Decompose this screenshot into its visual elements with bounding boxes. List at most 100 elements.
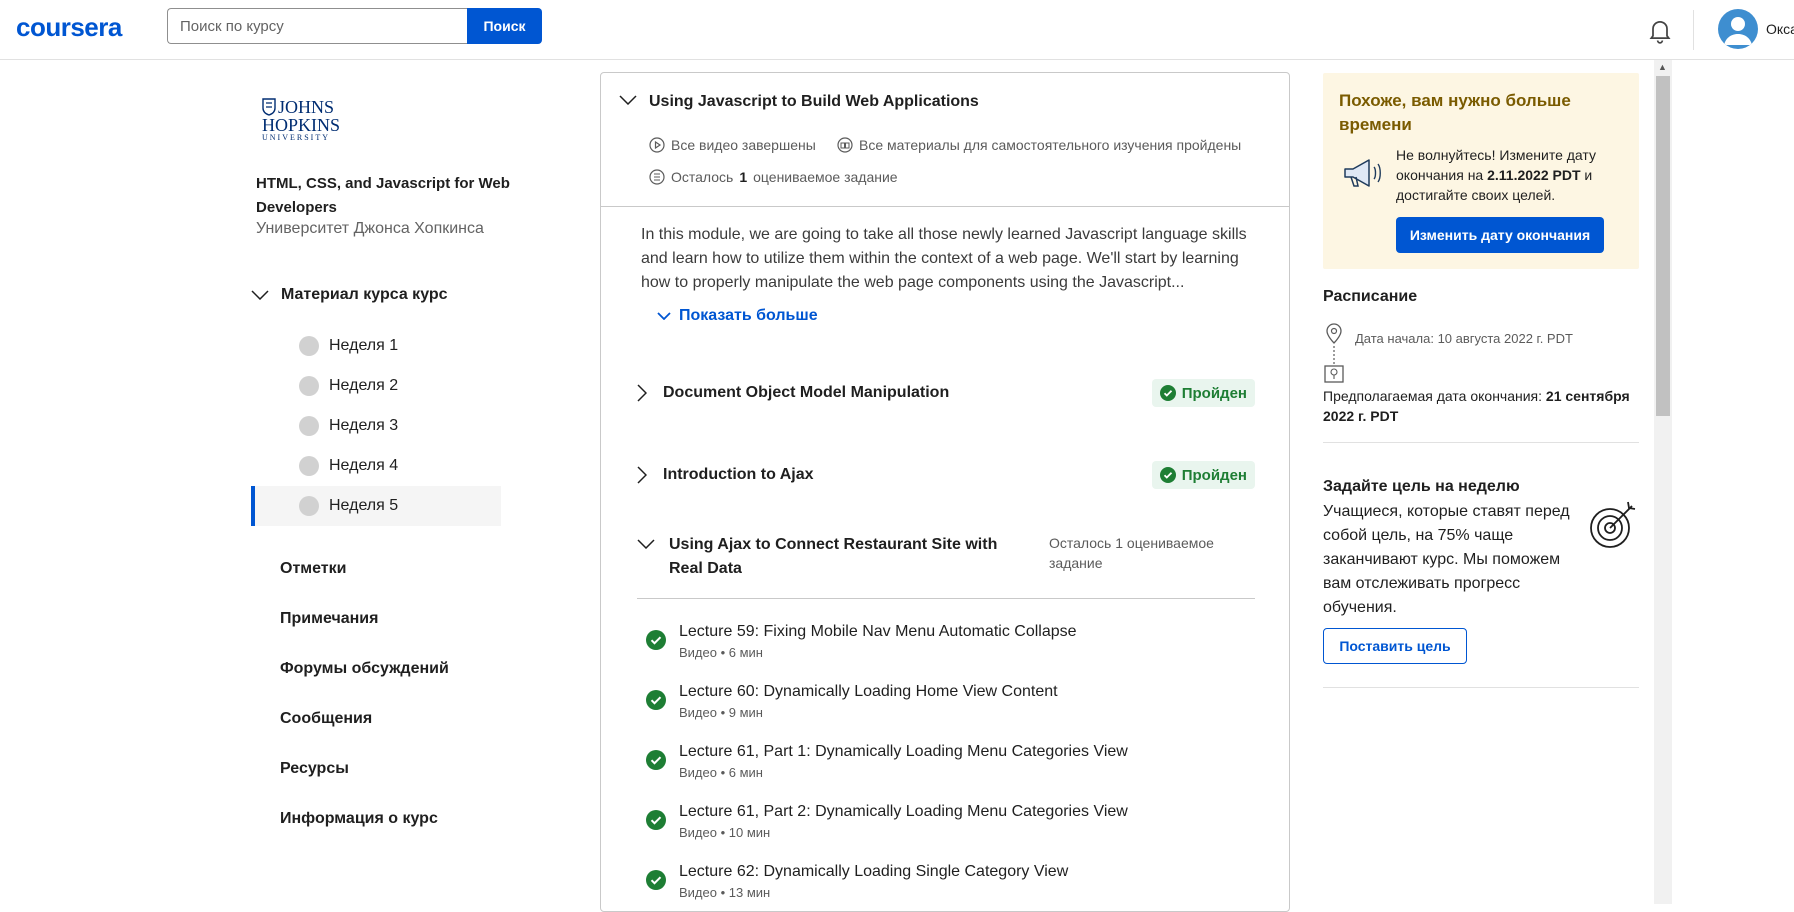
header-divider [1693,10,1694,50]
deadline-card: Похоже, вам нужно больше времени Не волн… [1323,73,1639,269]
avatar[interactable] [1718,9,1758,49]
lesson-title: Introduction to Ajax [663,466,814,483]
chevron-right-icon [637,466,647,484]
assignment-icon [649,169,665,185]
goal-title: Задайте цель на неделю [1323,478,1520,495]
list-item[interactable]: Lecture 61, Part 2: Dynamically Loading … [637,801,1255,861]
divider [1323,687,1639,688]
module-header[interactable]: Using Javascript to Build Web Applicatio… [601,73,1289,207]
readings-status: Все материалы для самостоятельного изуче… [837,137,1241,153]
schedule-timeline-icon [1324,323,1344,383]
item-meta: Видео • 13 мин [679,885,771,900]
sidebar-item-notes[interactable]: Примечания [280,600,449,650]
item-meta: Видео • 6 мин [679,765,763,780]
deadline-card-text: Не волнуйтесь! Измените дату окончания н… [1396,147,1596,203]
sidebar-item-messages[interactable]: Сообщения [280,700,449,750]
item-title: Lecture 62: Dynamically Loading Single C… [679,863,1069,880]
module-description: In this module, we are going to take all… [641,226,1247,291]
week-status-icon [299,496,319,516]
list-item[interactable]: Lecture 61, Part 1: Dynamically Loading … [637,741,1255,801]
sidebar-item-week-3[interactable]: Неделя 3 [251,406,501,446]
open-lesson-header[interactable]: Using Ajax to Connect Restaurant Site wi… [637,533,1255,599]
check-circle-icon [646,690,666,710]
course-material-toggle[interactable]: Материал курса курс [251,286,448,304]
week-label: Неделя 3 [329,417,399,434]
chevron-down-icon[interactable] [619,95,637,105]
list-item[interactable]: Lecture 59: Fixing Mobile Nav Menu Autom… [637,621,1255,681]
week-label: Неделя 2 [329,377,399,394]
search-input[interactable] [167,8,467,44]
chevron-right-icon [637,384,647,402]
schedule-end-date: Предполагаемая дата окончания: 21 сентяб… [1323,388,1630,424]
item-title: Lecture 59: Fixing Mobile Nav Menu Autom… [679,623,1077,640]
sidebar-item-week-4[interactable]: Неделя 4 [251,446,501,486]
top-bar: coursera Поиск Окса [0,0,1794,60]
show-more-link[interactable]: Показать больше [657,307,818,325]
item-meta: Видео • 9 мин [679,705,763,720]
list-item[interactable]: Lecture 60: Dynamically Loading Home Vie… [637,681,1255,741]
play-circle-icon [649,137,665,153]
item-title: Lecture 61, Part 1: Dynamically Loading … [679,743,1128,760]
check-circle-icon [1159,467,1176,483]
item-meta: Видео • 6 мин [679,645,763,660]
reading-icon [837,137,853,153]
item-meta: Видео • 10 мин [679,825,771,840]
lesson-remaining: Осталось 1 оцениваемое задание [1049,535,1214,571]
sidebar-item-week-2[interactable]: Неделя 2 [251,366,501,406]
check-circle-icon [646,630,666,650]
lesson-row[interactable]: Document Object Model Manipulation Пройд… [637,379,1255,407]
check-circle-icon [1159,385,1176,401]
week-list: Неделя 1 Неделя 2 Неделя 3 Неделя 4 Неде… [251,326,501,526]
sidebar-item-week-5[interactable]: Неделя 5 [251,486,501,526]
week-status-icon [299,456,319,476]
sidebar-item-forums[interactable]: Форумы обсуждений [280,650,449,700]
sidebar-item-course-info[interactable]: Информация о курс [280,800,449,850]
sidebar-item-grades[interactable]: Отметки [280,550,449,600]
scrollbar-thumb[interactable] [1656,76,1670,416]
week-label: Неделя 5 [329,497,399,514]
module-panel: Using Javascript to Build Web Applicatio… [600,72,1290,912]
check-circle-icon [646,870,666,890]
check-circle-icon [646,810,666,830]
set-goal-button[interactable]: Поставить цель [1323,628,1467,664]
module-title: Using Javascript to Build Web Applicatio… [649,93,979,110]
sidebar-item-resources[interactable]: Ресурсы [280,750,449,800]
item-title: Lecture 60: Dynamically Loading Home Vie… [679,683,1058,700]
item-title: Lecture 61, Part 2: Dynamically Loading … [679,803,1128,820]
week-status-icon [299,336,319,356]
lesson-row[interactable]: Introduction to Ajax Пройден [637,461,1255,489]
deadline-card-title: Похоже, вам нужно больше времени [1339,91,1571,134]
status-badge: Пройден [1151,461,1255,489]
course-material-label: Материал курса курс [281,286,448,303]
week-status-icon [299,416,319,436]
course-title[interactable]: HTML, CSS, and Javascript for Web Develo… [256,172,516,220]
sidebar-item-week-1[interactable]: Неделя 1 [251,326,501,366]
university-crest-icon [262,98,276,116]
week-label: Неделя 1 [329,337,399,354]
lesson-title: Using Ajax to Connect Restaurant Site wi… [669,536,998,577]
chevron-down-icon [251,290,269,300]
coursera-logo[interactable]: coursera [16,12,122,43]
change-deadline-button[interactable]: Изменить дату окончания [1396,217,1604,253]
user-icon [1724,17,1752,45]
goal-text: Учащиеся, которые ставят перед собой цел… [1323,503,1570,616]
divider [1323,442,1639,443]
chevron-down-icon [637,539,655,549]
sidebar-nav: Отметки Примечания Форумы обсуждений Соо… [280,550,449,850]
target-icon [1590,501,1636,548]
videos-status: Все видео завершены [649,137,816,153]
chevron-down-icon [657,312,671,320]
lesson-items: Lecture 59: Fixing Mobile Nav Menu Autom… [637,621,1255,911]
search-button[interactable]: Поиск [467,8,542,44]
list-item[interactable]: Lecture 62: Dynamically Loading Single C… [637,861,1255,911]
schedule-start-date: Дата начала: 10 августа 2022 г. PDT [1355,331,1573,346]
course-university: Университет Джонса Хопкинса [256,220,484,237]
scroll-up-arrow-icon[interactable]: ▲ [1658,62,1667,72]
schedule-title: Расписание [1323,288,1418,305]
lesson-title: Document Object Model Manipulation [663,384,950,401]
bell-icon[interactable] [1646,16,1674,44]
status-badge: Пройден [1151,379,1255,407]
username[interactable]: Окса [1766,21,1794,37]
graded-status: Осталось 1 оцениваемое задание [649,169,898,185]
check-circle-icon [646,750,666,770]
